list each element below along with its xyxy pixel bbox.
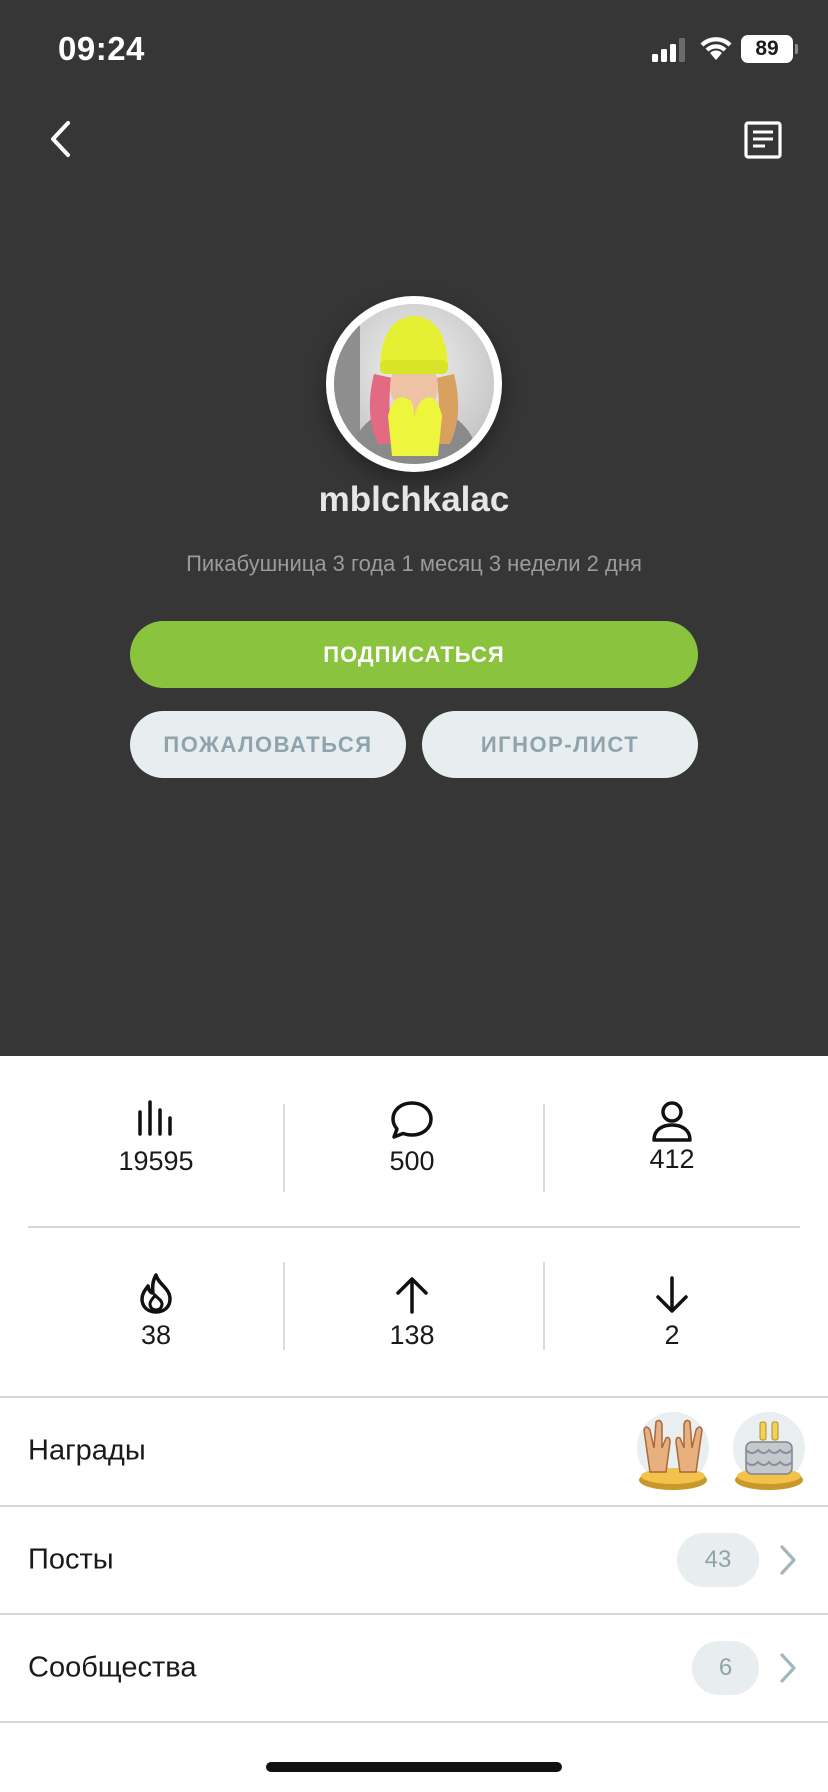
battery-indicator: 89 [741, 35, 793, 63]
chevron-left-icon [51, 121, 70, 157]
profile-header: 09:24 89 mblchkalac Пикабушница 3 года 1… [0, 0, 828, 1056]
username: mblchkalac [318, 480, 510, 519]
document-icon [744, 121, 782, 159]
avatar[interactable] [326, 296, 502, 472]
stat-minuses[interactable]: 2 [542, 1276, 802, 1351]
stat-comments[interactable]: 500 [282, 1100, 542, 1177]
stat-pluses-value: 138 [389, 1320, 435, 1350]
awards-label: Награды [28, 1434, 146, 1467]
arrow-up-icon [396, 1277, 428, 1314]
chevron-right-icon [780, 1653, 796, 1683]
chevron-right-icon [780, 1545, 796, 1575]
stat-subscribers[interactable]: 412 [542, 1100, 802, 1175]
avatar-image [334, 304, 494, 464]
stat-rating[interactable]: 19595 [26, 1100, 286, 1177]
bar-chart-icon [138, 1100, 172, 1136]
back-button[interactable] [40, 116, 80, 162]
stat-minuses-value: 2 [664, 1320, 680, 1350]
member-since: Пикабушница 3 года 1 месяц 3 недели 2 дн… [186, 551, 642, 576]
communities-label: Сообщества [28, 1651, 197, 1684]
wifi-icon [700, 37, 732, 60]
flame-icon [140, 1273, 172, 1314]
ignore-list-button[interactable]: ИГНОР-ЛИСТ [422, 711, 698, 778]
stat-rating-value: 19595 [118, 1146, 194, 1176]
cake-award-icon [733, 1412, 805, 1490]
report-button[interactable]: ПОЖАЛОВАТЬСЯ [130, 711, 406, 778]
arrow-down-icon [656, 1276, 688, 1313]
cellular-signal-icon [652, 38, 685, 62]
stat-hot-value: 38 [140, 1320, 172, 1350]
communities-row[interactable]: Сообщества 6 [0, 1615, 828, 1721]
home-indicator[interactable] [266, 1762, 562, 1772]
stat-comments-value: 500 [389, 1146, 435, 1176]
divider [28, 1226, 800, 1228]
divider [0, 1721, 828, 1723]
battery-tip [795, 44, 798, 54]
person-icon [652, 1101, 692, 1142]
posts-count-badge: 43 [677, 1533, 759, 1587]
subscribe-button[interactable]: ПОДПИСАТЬСЯ [130, 621, 698, 688]
posts-row[interactable]: Посты 43 [0, 1507, 828, 1613]
status-bar: 09:24 89 [0, 0, 828, 100]
notes-button[interactable] [740, 117, 786, 163]
raised-hands-award-icon [637, 1412, 709, 1490]
status-time: 09:24 [58, 30, 145, 67]
awards-row[interactable]: Награды [0, 1398, 828, 1504]
stat-subscribers-value: 412 [649, 1144, 695, 1174]
comment-bubble-icon [391, 1101, 433, 1139]
stat-pluses[interactable]: 138 [282, 1276, 542, 1351]
posts-label: Посты [28, 1543, 114, 1576]
stat-hot[interactable]: 38 [26, 1272, 286, 1351]
communities-count-badge: 6 [692, 1641, 759, 1695]
